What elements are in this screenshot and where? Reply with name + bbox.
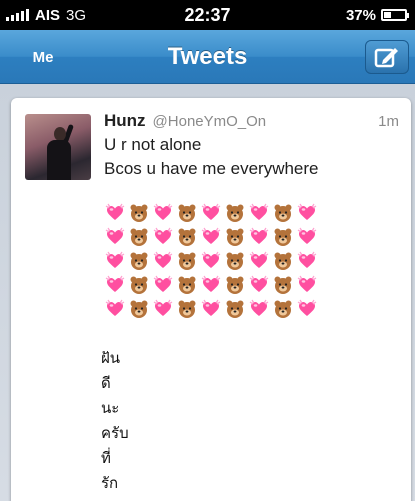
- heart-emoji-icon: [248, 298, 270, 320]
- heart-emoji-icon: [152, 298, 174, 320]
- bear-emoji-icon: [128, 298, 150, 320]
- heart-emoji-icon: [152, 274, 174, 296]
- heart-emoji-icon: [200, 202, 222, 224]
- battery-percent: 37%: [345, 6, 376, 24]
- bear-emoji-icon: [128, 226, 150, 248]
- tweet-text-line: นะ: [101, 399, 120, 417]
- tweet-text-line: U r not alone: [104, 135, 202, 154]
- avatar[interactable]: [25, 114, 91, 180]
- bear-emoji-icon: [176, 226, 198, 248]
- network-type: 3G: [66, 6, 87, 24]
- emoji-grid: [104, 202, 318, 322]
- tweet-text-line: ฝัน: [101, 349, 121, 367]
- bear-emoji-icon: [272, 202, 294, 224]
- heart-emoji-icon: [152, 226, 174, 248]
- tweet-card[interactable]: Hunz @HoneYmO_On 1m U r not alone Bcos u…: [11, 98, 411, 501]
- signal-strength-icon: [6, 9, 29, 21]
- heart-emoji-icon: [200, 250, 222, 272]
- tweet-text-line: ดี: [101, 374, 111, 392]
- navigation-bar: Me Tweets: [0, 30, 415, 84]
- bear-emoji-icon: [128, 250, 150, 272]
- screen: AIS 3G 22:37 37% Me Tweets Hunz @HoneYmO…: [0, 0, 415, 501]
- bear-emoji-icon: [272, 274, 294, 296]
- heart-emoji-icon: [200, 298, 222, 320]
- tweet-header: Hunz @HoneYmO_On 1m: [104, 111, 399, 131]
- emoji-row: [104, 298, 318, 320]
- heart-emoji-icon: [296, 202, 318, 224]
- heart-emoji-icon: [104, 298, 126, 320]
- bear-emoji-icon: [176, 274, 198, 296]
- tweet-timestamp: 1m: [378, 113, 399, 130]
- heart-emoji-icon: [152, 250, 174, 272]
- tweet-text-line: Bcos u have me everywhere: [104, 159, 319, 178]
- timeline[interactable]: Hunz @HoneYmO_On 1m U r not alone Bcos u…: [0, 84, 415, 501]
- heart-emoji-icon: [200, 274, 222, 296]
- heart-emoji-icon: [296, 250, 318, 272]
- heart-emoji-icon: [104, 226, 126, 248]
- bear-emoji-icon: [128, 274, 150, 296]
- bear-emoji-icon: [128, 202, 150, 224]
- page-title: Tweets: [167, 43, 248, 70]
- battery-icon: [381, 9, 409, 21]
- heart-emoji-icon: [296, 298, 318, 320]
- heart-emoji-icon: [104, 274, 126, 296]
- bear-emoji-icon: [272, 298, 294, 320]
- carrier-info: AIS 3G: [6, 7, 86, 24]
- carrier-name: AIS: [35, 6, 61, 24]
- heart-emoji-icon: [104, 250, 126, 272]
- heart-emoji-icon: [152, 202, 174, 224]
- emoji-row: [104, 250, 318, 272]
- heart-emoji-icon: [200, 226, 222, 248]
- compose-icon: [374, 48, 398, 68]
- bear-emoji-icon: [176, 298, 198, 320]
- user-handle[interactable]: @HoneYmO_On: [153, 113, 267, 130]
- heart-emoji-icon: [104, 202, 126, 224]
- heart-emoji-icon: [248, 202, 270, 224]
- bear-emoji-icon: [224, 202, 246, 224]
- bear-emoji-icon: [224, 274, 246, 296]
- bear-emoji-icon: [224, 298, 246, 320]
- compose-button[interactable]: [365, 40, 409, 74]
- bear-emoji-icon: [224, 250, 246, 272]
- tweet-text-line: ที่: [101, 449, 111, 467]
- heart-emoji-icon: [248, 226, 270, 248]
- heart-emoji-icon: [296, 226, 318, 248]
- bear-emoji-icon: [272, 250, 294, 272]
- heart-emoji-icon: [248, 274, 270, 296]
- emoji-row: [104, 202, 318, 224]
- bear-emoji-icon: [224, 226, 246, 248]
- user-name[interactable]: Hunz: [104, 111, 146, 131]
- battery-info: 37%: [345, 6, 409, 24]
- heart-emoji-icon: [296, 274, 318, 296]
- tweet-text-line: ครับ: [101, 424, 129, 442]
- bear-emoji-icon: [176, 250, 198, 272]
- status-bar: AIS 3G 22:37 37%: [0, 0, 415, 30]
- heart-emoji-icon: [248, 250, 270, 272]
- tweet-text-line: รัก: [101, 474, 119, 492]
- battery-fill: [384, 12, 392, 18]
- bear-emoji-icon: [176, 202, 198, 224]
- bear-emoji-icon: [272, 226, 294, 248]
- emoji-row: [104, 226, 318, 248]
- emoji-row: [104, 274, 318, 296]
